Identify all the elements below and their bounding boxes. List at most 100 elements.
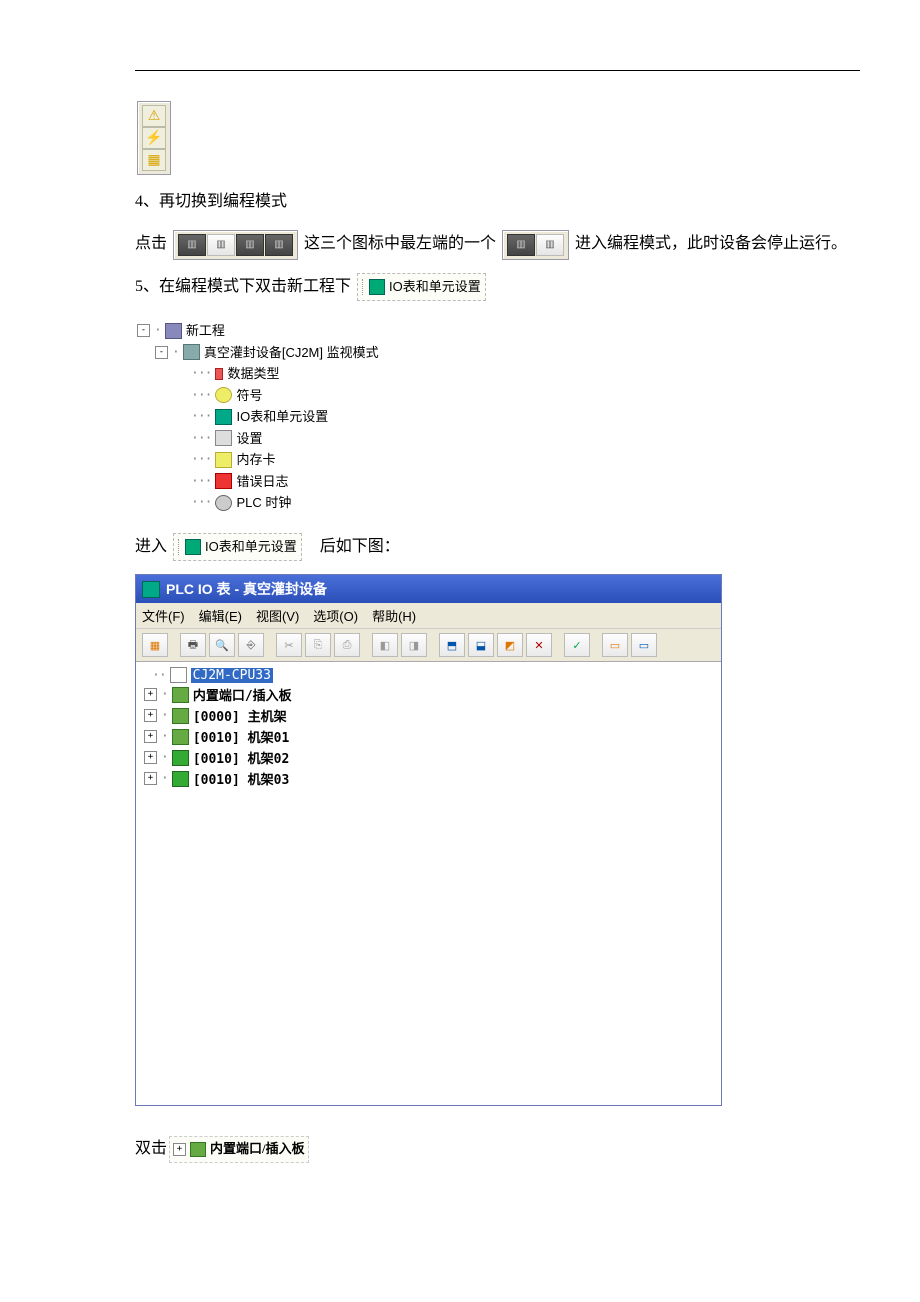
menu-edit[interactable]: 编辑(E) <box>199 606 242 625</box>
tree-device[interactable]: 真空灌封设备[CJ2M] 监视模式 <box>204 343 379 363</box>
click-paragraph: 点击 ▥ ▥ ▥ ▥ 这三个图标中最左端的一个 ▥ ▥ 进入编程模式，此时设备会… <box>135 229 860 259</box>
toolbar-btn-4[interactable]: ⎆ <box>238 633 264 657</box>
io-inline-item[interactable]: IO表和单元设置 <box>357 273 486 302</box>
tree-connector-icon: ··· <box>191 472 211 492</box>
menu-help[interactable]: 帮助(H) <box>372 606 416 625</box>
io-tree-rack0[interactable]: [0000] 主机架 <box>193 706 287 725</box>
mode2-btn-1[interactable]: ▥ <box>507 234 535 256</box>
click-pre: 点击 <box>135 235 167 252</box>
tree-connector-icon: · <box>154 321 161 341</box>
expand-toggle[interactable] <box>144 688 157 701</box>
menu-view[interactable]: 视图(V) <box>256 606 299 625</box>
mode-btn-2[interactable]: ▥ <box>207 234 235 256</box>
click-end: 进入编程模式，此时设备会停止运行。 <box>575 235 847 252</box>
four-mode-buttons: ▥ ▥ ▥ ▥ <box>173 230 298 260</box>
top-divider <box>135 70 860 71</box>
menu-file[interactable]: 文件(F) <box>142 606 185 625</box>
small-toolbar <box>137 101 171 175</box>
io-inline-label: IO表和单元设置 <box>389 275 481 300</box>
tree-datatype[interactable]: 数据类型 <box>227 364 279 384</box>
tree-clock[interactable]: PLC 时钟 <box>236 493 291 513</box>
tree-memcard[interactable]: 内存卡 <box>236 450 275 470</box>
tree-connector-icon: ··· <box>191 450 211 470</box>
tree-connector-icon: · <box>161 687 168 702</box>
step4-text: 4、再切换到编程模式 <box>135 187 860 217</box>
io-tree-rack3[interactable]: [0010] 机架03 <box>193 769 289 788</box>
toolbar-separator <box>363 634 369 656</box>
symbol-icon <box>215 387 232 403</box>
toolbar-btn-1[interactable]: ▦ <box>142 633 168 657</box>
tree-connector-icon: ··· <box>191 364 211 384</box>
tree-connector-icon: ·· <box>152 668 166 683</box>
expand-toggle[interactable] <box>144 772 157 785</box>
tree-connector-icon: ··· <box>191 386 211 406</box>
rack-icon <box>172 750 189 766</box>
expand-toggle[interactable] <box>155 346 168 359</box>
tree-connector-icon: · <box>161 771 168 786</box>
tree-io[interactable]: IO表和单元设置 <box>236 407 328 427</box>
io-tree-builtin[interactable]: 内置端口/插入板 <box>193 685 292 704</box>
expand-toggle[interactable] <box>144 730 157 743</box>
warning-icon[interactable] <box>142 105 166 127</box>
check-icon[interactable]: ✓ <box>564 633 590 657</box>
mode-btn-3[interactable]: ▥ <box>236 234 264 256</box>
toolbar-btn-15[interactable]: ▭ <box>602 633 628 657</box>
io-inline-item-2[interactable]: IO表和单元设置 <box>173 533 302 562</box>
flash-icon[interactable] <box>142 127 166 149</box>
bottom-paragraph: 双击 内置端口/插入板 <box>135 1134 860 1164</box>
rack-icon <box>172 771 189 787</box>
menu-options[interactable]: 选项(O) <box>313 606 358 625</box>
settings-icon <box>215 430 232 446</box>
bottom-label: 内置端口/插入板 <box>210 1137 305 1162</box>
network-icon[interactable] <box>142 149 166 171</box>
enter-pre: 进入 <box>135 538 167 555</box>
io-icon <box>369 279 385 295</box>
tree-settings[interactable]: 设置 <box>236 429 262 449</box>
io-icon <box>185 539 201 555</box>
toolbar-btn-12[interactable]: ◩ <box>497 633 523 657</box>
mode-btn-1[interactable]: ▥ <box>178 234 206 256</box>
toolbar-btn-11[interactable]: ⬓ <box>468 633 494 657</box>
expand-toggle[interactable] <box>144 751 157 764</box>
toolbar-btn-16[interactable]: ▭ <box>631 633 657 657</box>
expand-toggle[interactable] <box>137 324 150 337</box>
cut-icon[interactable]: ✂ <box>276 633 302 657</box>
bottom-pre: 双击 <box>135 1140 167 1157</box>
enter-paragraph: 进入 IO表和单元设置 后如下图： <box>135 532 860 562</box>
tree-connector-icon <box>178 539 179 555</box>
toolbar-btn-8[interactable]: ◧ <box>372 633 398 657</box>
expand-toggle[interactable] <box>173 1143 186 1156</box>
memory-card-icon <box>215 452 232 468</box>
toolbar-separator <box>555 634 561 656</box>
bottom-inline-item[interactable]: 内置端口/插入板 <box>169 1136 309 1163</box>
error-log-icon <box>215 473 232 489</box>
io-tree-rack2[interactable]: [0010] 机架02 <box>193 748 289 767</box>
two-mode-buttons: ▥ ▥ <box>502 230 569 260</box>
tree-errorlog[interactable]: 错误日志 <box>236 472 288 492</box>
io-tree-cpu[interactable]: CJ2M-CPU33 <box>191 668 273 683</box>
print-icon[interactable]: 🖶 <box>180 633 206 657</box>
device-icon <box>183 344 200 360</box>
preview-icon[interactable]: 🔍 <box>209 633 235 657</box>
io-tree-rack1[interactable]: [0010] 机架01 <box>193 727 289 746</box>
rack-icon <box>172 729 189 745</box>
tree-root[interactable]: 新工程 <box>186 321 225 341</box>
tree-symbol[interactable]: 符号 <box>236 386 262 406</box>
enter-post: 后如下图： <box>320 538 400 555</box>
io-tree: ·· CJ2M-CPU33 · 内置端口/插入板 · [0000] 主机架 · <box>136 662 721 1105</box>
rack-icon <box>172 687 189 703</box>
click-mid: 这三个图标中最左端的一个 <box>304 235 496 252</box>
expand-toggle[interactable] <box>144 709 157 722</box>
toolbar-btn-10[interactable]: ⬒ <box>439 633 465 657</box>
paste-icon[interactable]: ⎙ <box>334 633 360 657</box>
clock-icon <box>215 495 232 511</box>
step5-text: 5、在编程模式下双击新工程下 <box>135 278 351 295</box>
toolbar-btn-9[interactable]: ◨ <box>401 633 427 657</box>
mode-btn-4[interactable]: ▥ <box>265 234 293 256</box>
delete-icon[interactable]: ✕ <box>526 633 552 657</box>
window-title: PLC IO 表 - 真空灌封设备 <box>166 579 327 599</box>
mode2-btn-2[interactable]: ▥ <box>536 234 564 256</box>
copy-icon[interactable]: ⎘ <box>305 633 331 657</box>
tree-connector-icon: · <box>161 729 168 744</box>
tree-connector-icon: · <box>172 343 179 363</box>
